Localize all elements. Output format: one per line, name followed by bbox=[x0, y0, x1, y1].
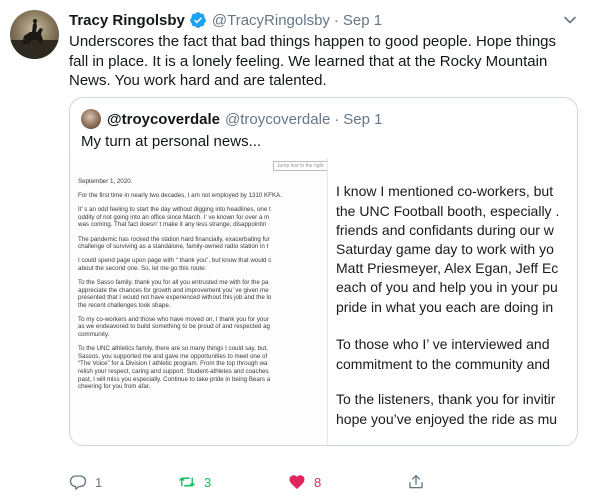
tweet-actions: 1 3 8 bbox=[69, 470, 489, 494]
letter-line: the recent challenges took shape. bbox=[78, 301, 171, 309]
letter-line: presented that I would not have experien… bbox=[78, 294, 272, 302]
letter-line: appreciate the chances for growth and im… bbox=[78, 286, 269, 294]
letter-line: To the Sasso family, thank you for all y… bbox=[78, 278, 269, 286]
retweet-button[interactable]: 3 bbox=[178, 470, 211, 494]
letter-line: The pandemic has rocked the station hard… bbox=[78, 235, 270, 243]
document-note: Jump text to the right bbox=[273, 161, 327, 171]
author-name[interactable]: Tracy Ringolsby bbox=[69, 12, 185, 29]
letter-line: as we endeavored to build something to b… bbox=[78, 323, 270, 331]
letter-line: past, I will miss you especially. Contin… bbox=[78, 375, 271, 383]
letter-line: community. bbox=[78, 331, 110, 338]
retweet-count: 3 bbox=[204, 474, 212, 490]
enlarged-letter-line: each of you and help you in your pu bbox=[336, 279, 558, 295]
enlarged-letter-line: the UNC Football booth, especially . bbox=[336, 203, 560, 219]
like-button[interactable]: 8 bbox=[288, 470, 321, 494]
letter-line: I could spend page upon page with “ than… bbox=[78, 257, 272, 265]
quoted-tweet-header: @troycoverdale @troycoverdale · Sep 1 bbox=[107, 109, 383, 129]
enlarged-letter-line: Matt Priesmeyer, Alex Egan, Jeff Ec bbox=[336, 260, 559, 276]
reply-icon bbox=[69, 475, 87, 490]
letter-line: To my co-workers and those who have move… bbox=[78, 315, 269, 323]
quoted-author-name[interactable]: @troycoverdale bbox=[107, 111, 220, 128]
reply-button[interactable]: 1 bbox=[69, 470, 102, 494]
author-avatar[interactable] bbox=[10, 10, 59, 59]
enlarged-letter-line: friends and confidants during our w bbox=[336, 222, 554, 238]
enlarged-letter-line: To the listeners, thank you for invitir bbox=[336, 391, 556, 407]
chevron-down-icon[interactable] bbox=[563, 13, 577, 27]
tweet[interactable]: Tracy Ringolsby @TracyRingolsby · Sep 1 … bbox=[0, 0, 589, 502]
quoted-tweet[interactable]: @troycoverdale @troycoverdale · Sep 1 My… bbox=[69, 97, 578, 446]
horse-rider-silhouette bbox=[10, 19, 59, 59]
tweet-header: Tracy Ringolsby @TracyRingolsby · Sep 1 bbox=[69, 10, 382, 30]
enlarged-letter-line: commitment to the community and bbox=[336, 356, 550, 372]
enlarged-letter-line: hope you’ve enjoyed the ride as mu bbox=[336, 411, 558, 427]
quoted-tweet-date[interactable]: Sep 1 bbox=[343, 111, 382, 128]
quoted-author-handle[interactable]: @troycoverdale bbox=[225, 111, 330, 128]
quoted-tweet-image[interactable]: Jump text to the right September 1, 2020… bbox=[70, 158, 577, 445]
letter-line: September 1, 2020. bbox=[78, 178, 133, 185]
letter-line: relish your respect, caring and support.… bbox=[78, 367, 269, 375]
share-icon bbox=[409, 474, 423, 489]
separator-dot: · bbox=[333, 11, 339, 29]
reply-count: 1 bbox=[95, 474, 103, 490]
quoted-author-avatar[interactable] bbox=[81, 109, 101, 129]
letter-line: about the second one. So, let me go this… bbox=[78, 264, 207, 272]
tweet-body: Underscores the fact that bad things hap… bbox=[69, 33, 557, 89]
enlarged-letter-line: pride in what you each are doing in bbox=[336, 299, 554, 315]
enlarged-letter-line: I know I mentioned co-workers, but bbox=[336, 183, 554, 199]
letter-line: “The Voice” for a Division I athletic pr… bbox=[78, 360, 268, 368]
like-count: 8 bbox=[314, 474, 322, 490]
letter-document: Jump text to the right September 1, 2020… bbox=[70, 158, 328, 445]
letter-line: It’ s an odd feeling to start the day wi… bbox=[78, 206, 271, 214]
enlarged-letter-line: Saturday game day to work with yo bbox=[336, 241, 554, 257]
tweet-date[interactable]: Sep 1 bbox=[343, 12, 382, 29]
letter-enlarged-text: I know I mentioned co-workers, but the UN… bbox=[336, 158, 577, 445]
letter-line: For the first time in nearly two decades… bbox=[78, 192, 282, 200]
letter-line: Sassos, you supported me and gave me opp… bbox=[78, 352, 268, 360]
quoted-tweet-text: My turn at personal news... bbox=[81, 133, 262, 150]
letter-line: oddity of not going into an office since… bbox=[78, 213, 270, 221]
letter-line: challenge of surviving as a standalone, … bbox=[78, 243, 269, 251]
enlarged-letter-line: To those who I’ ve interviewed and bbox=[336, 336, 550, 352]
retweet-icon bbox=[179, 477, 195, 487]
separator-dot: · bbox=[334, 110, 340, 128]
heart-icon bbox=[289, 475, 305, 490]
letter-line: cheering for you from afar. bbox=[78, 383, 151, 391]
share-button[interactable] bbox=[407, 470, 425, 494]
letter-line: was coming. That fact doesn’ t make it a… bbox=[78, 221, 267, 229]
letter-line: To the UNC athletics family, there are s… bbox=[78, 345, 268, 353]
author-handle[interactable]: @TracyRingolsby bbox=[212, 12, 330, 29]
verified-badge-icon bbox=[189, 11, 207, 29]
